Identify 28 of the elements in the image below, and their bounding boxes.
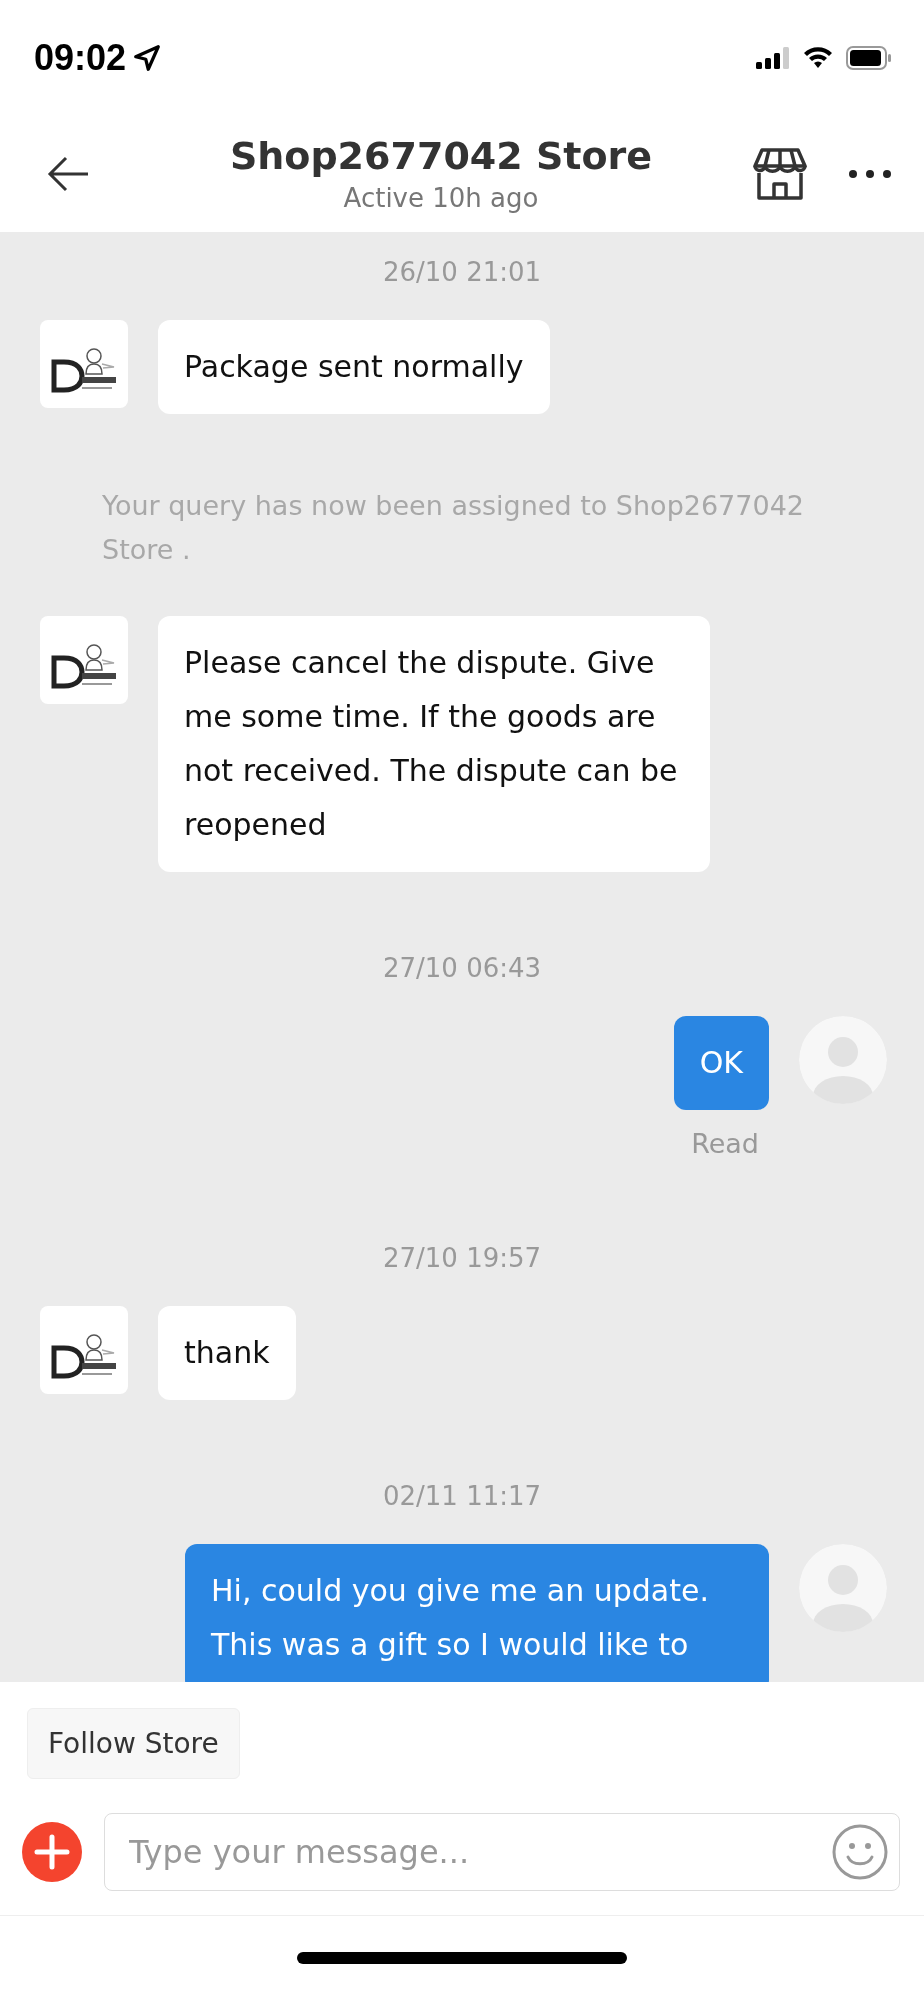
message-input-field[interactable]: Type your message... xyxy=(104,1813,900,1891)
incoming-message: Please cancel the dispute. Give me some time. If the goods are not received. The dispute can be reopened xyxy=(158,616,710,872)
store-logo-icon xyxy=(40,320,128,408)
signal-icon xyxy=(756,47,790,69)
read-receipt: Read xyxy=(691,1127,759,1161)
message-timestamp: 26/10 21:01 xyxy=(382,256,542,289)
more-options-icon[interactable] xyxy=(848,169,892,179)
outgoing-message: OK xyxy=(673,1016,769,1110)
store-icon[interactable] xyxy=(752,146,808,202)
system-notice: Your query has now been assigned to Shop2677042 Store . xyxy=(102,489,805,567)
back-arrow-icon[interactable] xyxy=(46,156,90,192)
incoming-message: Package sent normally xyxy=(158,320,550,414)
store-logo-icon xyxy=(40,1306,128,1394)
battery-icon xyxy=(846,46,892,70)
emoji-icon[interactable] xyxy=(832,1824,888,1880)
message-timestamp: 02/11 11:17 xyxy=(382,1480,542,1513)
follow-store-button[interactable]: Follow Store xyxy=(27,1708,240,1779)
store-logo-icon xyxy=(40,616,128,704)
status-time: 09:02 xyxy=(34,37,127,79)
wifi-icon xyxy=(802,46,834,70)
message-timestamp: 27/10 19:57 xyxy=(382,1242,542,1275)
store-name: Shop2677042 Store xyxy=(229,133,653,180)
active-status: Active 10h ago xyxy=(343,182,539,215)
location-arrow-icon xyxy=(132,43,163,73)
add-icon[interactable] xyxy=(22,1822,82,1882)
outgoing-message: Hi, could you give me an update. This was a gift so I would like to xyxy=(185,1544,769,1682)
incoming-message: thank xyxy=(158,1306,296,1400)
message-timestamp: 27/10 06:43 xyxy=(382,952,542,985)
